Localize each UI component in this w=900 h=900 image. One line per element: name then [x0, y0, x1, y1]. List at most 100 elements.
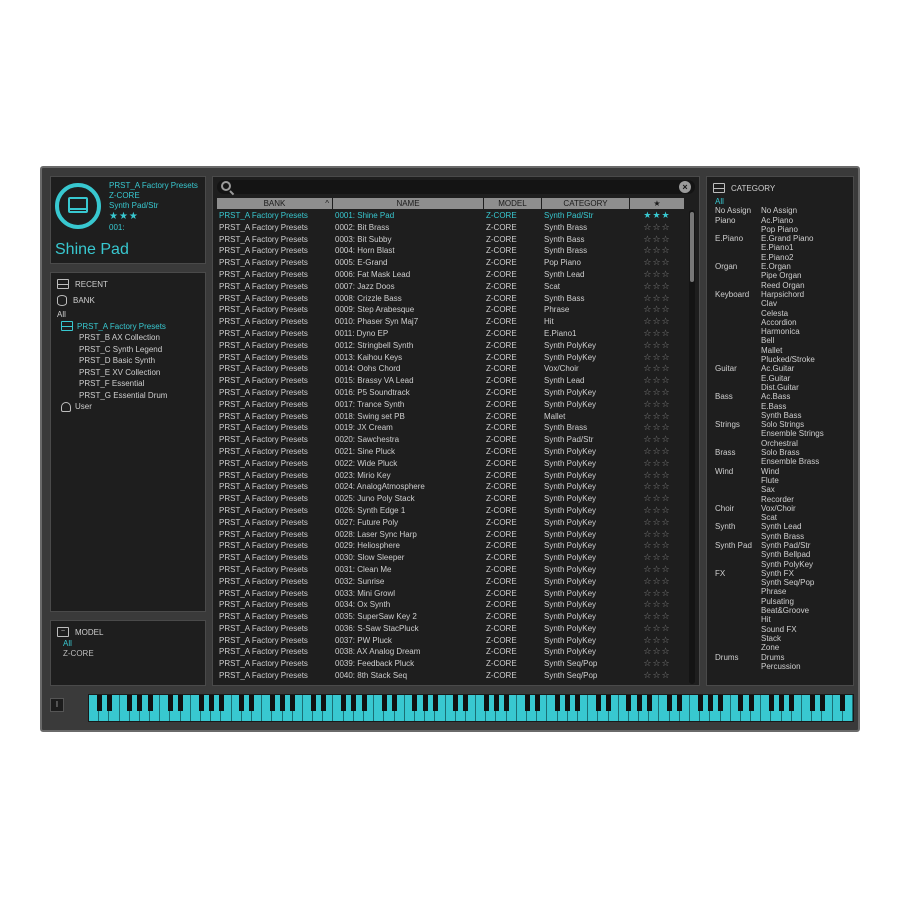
model-item-zcore[interactable]: Z-CORE	[63, 649, 94, 659]
category-item[interactable]: Synth Bellpad	[761, 550, 813, 559]
category-item[interactable]: Synth Brass	[761, 532, 804, 541]
bank-item-user[interactable]: User	[57, 401, 167, 413]
black-key[interactable]	[667, 695, 673, 711]
black-key[interactable]	[819, 695, 825, 711]
search-input[interactable]	[237, 181, 667, 193]
table-row[interactable]: PRST_A Factory Presets 0007: Jazz Doos Z-C…	[217, 281, 687, 293]
cell-rating[interactable]: ☆☆☆	[630, 446, 684, 458]
black-key[interactable]	[606, 695, 612, 711]
category-item[interactable]: Pop Piano	[761, 225, 798, 234]
cell-rating[interactable]: ☆☆☆	[630, 470, 684, 482]
black-key[interactable]	[779, 695, 785, 711]
category-item[interactable]: Wind	[761, 467, 794, 476]
category-group-label[interactable]: Keyboard	[715, 290, 761, 364]
cell-rating[interactable]: ☆☆☆	[630, 505, 684, 517]
black-key[interactable]	[218, 695, 224, 711]
black-key[interactable]	[412, 695, 418, 711]
cell-rating[interactable]: ☆☆☆	[630, 245, 684, 257]
black-key[interactable]	[208, 695, 214, 711]
black-key[interactable]	[96, 695, 102, 711]
bank-header[interactable]: BANK	[57, 293, 95, 307]
table-row[interactable]: PRST_A Factory Presets 0015: Brassy VA Le…	[217, 375, 687, 387]
table-row[interactable]: PRST_A Factory Presets 0023: Mirio Key Z-C…	[217, 470, 687, 482]
black-key[interactable]	[677, 695, 683, 711]
table-row[interactable]: PRST_A Factory Presets 0036: S-Saw StacPl…	[217, 623, 687, 635]
category-item[interactable]: Ac.Piano	[761, 216, 798, 225]
table-row[interactable]: PRST_A Factory Presets 0011: Dyno EP Z-COR…	[217, 328, 687, 340]
table-row[interactable]: PRST_A Factory Presets 0008: Crizzle Bass…	[217, 293, 687, 305]
category-item[interactable]: Dist.Guitar	[761, 383, 799, 392]
black-key[interactable]	[718, 695, 724, 711]
category-item[interactable]: Vox/Choir	[761, 504, 796, 513]
table-row[interactable]: PRST_A Factory Presets 0018: Swing set PB…	[217, 411, 687, 423]
cell-rating[interactable]: ☆☆☆	[630, 458, 684, 470]
black-key[interactable]	[280, 695, 286, 711]
black-key[interactable]	[341, 695, 347, 711]
table-row[interactable]: PRST_A Factory Presets 0028: Laser Sync H…	[217, 529, 687, 541]
scrollbar-thumb[interactable]	[690, 212, 694, 282]
category-group-label[interactable]: Synth Pad	[715, 541, 761, 569]
black-key[interactable]	[789, 695, 795, 711]
table-row[interactable]: PRST_A Factory Presets 0026: Synth Edge 1…	[217, 505, 687, 517]
black-key[interactable]	[636, 695, 642, 711]
cell-rating[interactable]: ☆☆☆	[630, 588, 684, 600]
bank-item-prst-f[interactable]: PRST_F Essential	[57, 378, 167, 390]
cell-rating[interactable]: ☆☆☆	[630, 422, 684, 434]
category-item[interactable]: Sax	[761, 485, 794, 494]
cell-rating[interactable]: ☆☆☆	[630, 576, 684, 588]
category-item[interactable]: E.Piano1	[761, 243, 813, 252]
table-row[interactable]: PRST_A Factory Presets 0001: Shine Pad Z-C…	[217, 210, 687, 222]
category-item[interactable]: Drums	[761, 653, 801, 662]
cell-rating[interactable]: ☆☆☆	[630, 293, 684, 305]
black-key[interactable]	[493, 695, 499, 711]
table-row[interactable]: PRST_A Factory Presets 0027: Future Poly Z…	[217, 517, 687, 529]
black-key[interactable]	[840, 695, 846, 711]
category-item[interactable]: Ac.Guitar	[761, 364, 799, 373]
piano-keyboard[interactable]	[88, 694, 854, 722]
cell-rating[interactable]: ☆☆☆	[630, 269, 684, 281]
black-key[interactable]	[422, 695, 428, 711]
table-row[interactable]: PRST_A Factory Presets 0003: Bit Subby Z-C…	[217, 234, 687, 246]
bank-item-prst-b[interactable]: PRST_B AX Collection	[57, 332, 167, 344]
black-key[interactable]	[748, 695, 754, 711]
category-item[interactable]: Bell	[761, 336, 815, 345]
category-item[interactable]: Synth Pad/Str	[761, 541, 813, 550]
cell-rating[interactable]: ☆☆☆	[630, 363, 684, 375]
black-key[interactable]	[483, 695, 489, 711]
cell-rating[interactable]: ☆☆☆	[630, 564, 684, 576]
cell-rating[interactable]: ☆☆☆	[630, 658, 684, 670]
bank-item-prst-d[interactable]: PRST_D Basic Synth	[57, 355, 167, 367]
table-row[interactable]: PRST_A Factory Presets 0002: Bit Brass Z-C…	[217, 222, 687, 234]
current-rating-stars[interactable]: ★★★	[109, 211, 198, 223]
cell-rating[interactable]: ☆☆☆	[630, 375, 684, 387]
bank-item-prst-e[interactable]: PRST_E XV Collection	[57, 367, 167, 379]
cell-rating[interactable]: ☆☆☆	[630, 387, 684, 399]
black-key[interactable]	[167, 695, 173, 711]
black-key[interactable]	[534, 695, 540, 711]
cell-rating[interactable]: ☆☆☆	[630, 257, 684, 269]
category-group-label[interactable]: Piano	[715, 216, 761, 235]
black-key[interactable]	[626, 695, 632, 711]
table-row[interactable]: PRST_A Factory Presets 0009: Step Arabesq…	[217, 304, 687, 316]
scrollbar[interactable]	[689, 210, 695, 684]
category-item[interactable]: Synth Seq/Pop	[761, 578, 814, 587]
category-group-label[interactable]: Strings	[715, 420, 761, 448]
cell-rating[interactable]: ☆☆☆	[630, 670, 684, 682]
table-row[interactable]: PRST_A Factory Presets 0014: Oohs Chord Z-…	[217, 363, 687, 375]
cell-rating[interactable]: ☆☆☆	[630, 540, 684, 552]
cell-rating[interactable]: ☆☆☆	[630, 599, 684, 611]
keyboard-toggle-button[interactable]: I	[50, 698, 64, 712]
category-item[interactable]: Solo Strings	[761, 420, 824, 429]
cell-rating[interactable]: ☆☆☆	[630, 340, 684, 352]
category-group-label[interactable]: Organ	[715, 262, 761, 290]
table-row[interactable]: PRST_A Factory Presets 0030: Slow Sleeper…	[217, 552, 687, 564]
category-item[interactable]: Accordion	[761, 318, 815, 327]
table-row[interactable]: PRST_A Factory Presets 0006: Fat Mask Lea…	[217, 269, 687, 281]
black-key[interactable]	[381, 695, 387, 711]
category-item[interactable]: Ensemble Brass	[761, 457, 819, 466]
table-row[interactable]: PRST_A Factory Presets 0029: Heliosphere Z…	[217, 540, 687, 552]
category-item[interactable]: Phrase	[761, 587, 814, 596]
table-row[interactable]: PRST_A Factory Presets 0016: P5 Soundtrac…	[217, 387, 687, 399]
category-item[interactable]: Synth Lead	[761, 522, 804, 531]
category-item[interactable]: Beat&Groove	[761, 606, 814, 615]
